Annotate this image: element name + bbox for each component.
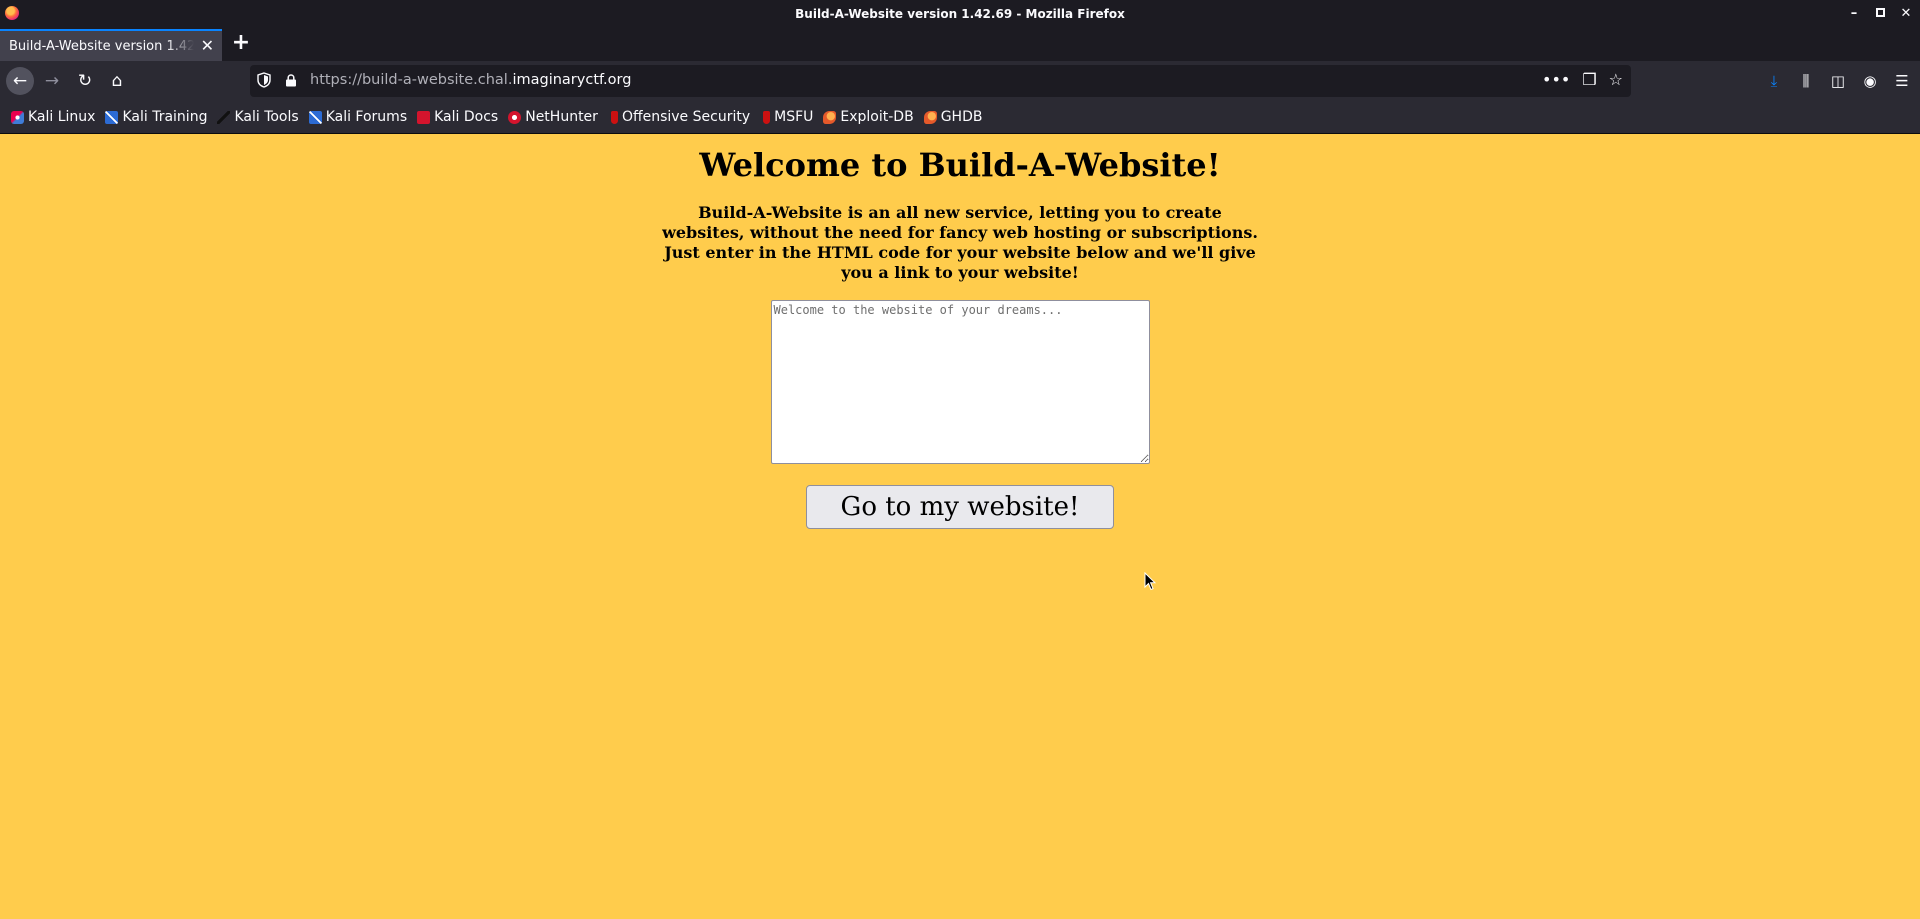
sidebar-toggle-icon[interactable]: ◫ [1828,67,1848,95]
tab-close-icon[interactable]: ✕ [201,36,214,55]
page-heading: Welcome to Build-A-Website! [699,146,1221,184]
back-button[interactable]: ← [6,67,34,95]
pocket-icon[interactable]: ❒ [1582,70,1596,89]
bookmark-label: Kali Forums [325,109,408,125]
tab-strip: Build-A-Website version 1.42.69 ✕ + [0,27,1920,61]
window-controls: – ✕ [1848,0,1912,27]
bookmark-kali-tools[interactable]: Kali Tools [217,109,299,125]
forward-button[interactable]: → [38,67,66,95]
bookmark-exploit-db[interactable]: Exploit-DB [823,109,914,125]
bookmark-kali-docs[interactable]: Kali Docs [417,109,498,125]
close-window-button[interactable]: ✕ [1900,6,1912,21]
bookmark-offensive-security[interactable]: Offensive Security [608,109,750,125]
url-domain: imaginaryctf.org [512,72,632,88]
kali-forums-icon [308,110,322,124]
page-actions-menu-icon[interactable]: ••• [1542,70,1570,89]
account-icon[interactable]: ◉ [1860,67,1880,95]
toolbar-right-icons: ⤓ ⫼ ◫ ◉ ☰ [1764,67,1920,95]
bookmark-ghdb[interactable]: GHDB [923,109,983,125]
navigation-toolbar: ← → ↻ ⌂ https://build-a-website.chal.ima… [0,61,1920,101]
bookmark-label: NetHunter [525,109,598,125]
window-title: Build-A-Website version 1.42.69 - Mozill… [795,6,1125,21]
minimize-button[interactable]: – [1848,6,1860,21]
bookmarks-toolbar: Kali Linux Kali Training Kali Tools Kali… [0,101,1920,134]
kali-training-icon [105,110,119,124]
lock-icon[interactable] [285,74,297,87]
tracking-protection-shield-icon[interactable] [257,72,271,88]
offsec-icon [610,110,618,124]
bookmark-kali-linux[interactable]: Kali Linux [11,109,95,125]
page-actions: ••• ❒ ☆ [1542,70,1623,89]
page-description: Build-A-Website is an all new service, l… [662,203,1258,282]
nethunter-icon [508,110,522,124]
page-content: Welcome to Build-A-Website! Build-A-Webs… [0,134,1920,919]
msfu-icon [763,110,771,124]
window-titlebar: Build-A-Website version 1.42.69 - Mozill… [0,0,1920,27]
bookmark-kali-forums[interactable]: Kali Forums [308,109,408,125]
kali-tools-icon [217,110,231,124]
url-text[interactable]: https://build-a-website.chal.imaginaryct… [310,72,631,88]
bookmark-msfu[interactable]: MSFU [760,109,813,125]
bookmark-label: Offensive Security [621,109,751,125]
home-button[interactable]: ⌂ [103,67,131,95]
new-tab-button[interactable]: + [231,30,251,55]
firefox-logo-icon [5,6,19,20]
bookmark-nethunter[interactable]: NetHunter [508,109,598,125]
url-prefix: https://build-a-website.chal. [310,72,513,88]
maximize-button[interactable] [1874,6,1886,21]
mouse-pointer-icon [1144,572,1156,591]
go-to-my-website-button[interactable]: Go to my website! [806,485,1114,529]
bookmark-label: Kali Training [122,109,208,125]
kali-docs-icon [417,110,431,124]
downloads-icon[interactable]: ⤓ [1764,67,1784,95]
tab-build-a-website[interactable]: Build-A-Website version 1.42.69 ✕ [0,29,222,61]
bookmark-label: Kali Tools [234,109,299,125]
bookmark-label: MSFU [774,109,814,125]
html-code-textarea[interactable] [770,300,1150,464]
bookmark-label: Exploit-DB [840,109,914,125]
kali-icon [11,110,24,124]
ghdb-icon [923,110,937,124]
hamburger-menu-icon[interactable]: ☰ [1892,67,1912,95]
bookmark-label: Kali Linux [28,109,96,125]
bookmark-label: Kali Docs [434,109,499,125]
bookmark-label: GHDB [940,109,983,125]
library-icon[interactable]: ⫼ [1796,67,1816,95]
bookmark-star-icon[interactable]: ☆ [1609,70,1623,89]
maximize-icon [1875,8,1885,17]
url-bar[interactable]: https://build-a-website.chal.imaginaryct… [250,65,1631,97]
bookmark-kali-training[interactable]: Kali Training [105,109,207,125]
tab-title: Build-A-Website version 1.42.69 [9,38,194,54]
exploit-db-icon [823,110,837,124]
reload-button[interactable]: ↻ [71,67,99,95]
